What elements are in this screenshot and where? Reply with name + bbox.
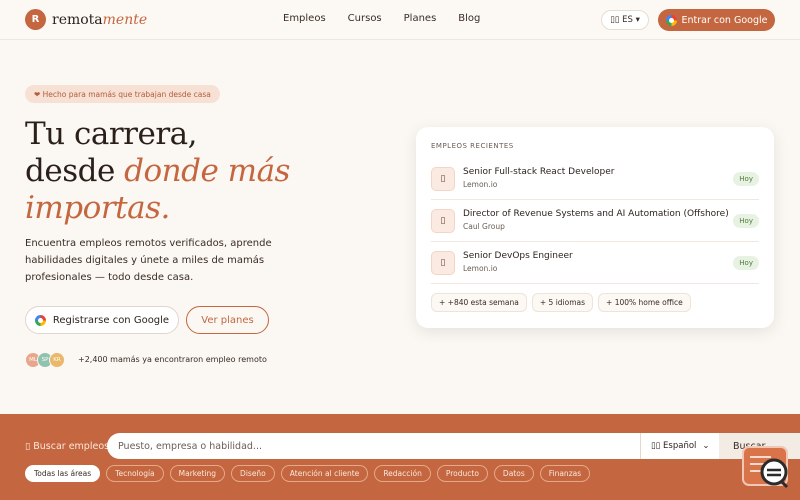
job-date-badge: Hoy [733,172,759,186]
job-date-badge: Hoy [733,256,759,270]
nav-link-planes[interactable]: Planes [404,13,437,24]
job-company: Lemon.io [463,180,498,189]
hero-subtitle: Encuentra empleos remotos verificados, a… [25,238,272,283]
flag-icon: ▯▯ [610,15,620,25]
card-label: EMPLEOS RECIENTES [431,142,514,150]
chip-tecnologia[interactable]: Tecnología [106,465,164,482]
language-select-value: ▯▯ Español [651,441,697,451]
google-login-button[interactable]: Entrar con Google [658,9,775,31]
job-title: Senior DevOps Engineer [463,251,573,261]
search-box: ▯▯ Español ⌄ [107,433,767,459]
search-label: ▯ Buscar empleos: [25,441,113,452]
job-company: Lemon.io [463,264,498,273]
google-login-label: Entrar con Google [681,14,768,26]
chip-all-areas[interactable]: Todas las áreas [25,465,101,482]
job-item[interactable]: ▯ Senior DevOps Engineer Lemon.io Hoy [431,243,759,284]
nav-link-blog[interactable]: Blog [458,13,480,24]
logo-text-main: remota [52,11,103,28]
search-band: ▯ Buscar empleos: ▯▯ Español ⌄ Buscar To… [0,414,800,500]
language-select[interactable]: ▯▯ Español ⌄ [640,433,720,459]
hero-title-line-1: Tu carrera, [25,116,197,152]
job-company: Caul Group [463,222,505,231]
language-code: ES [622,15,633,25]
chip-atencion-cliente[interactable]: Atención al cliente [280,465,369,482]
register-google-button[interactable]: Registrarse con Google [25,306,179,334]
register-label: Registrarse con Google [52,314,170,326]
logo-text-accent: mente [102,11,148,28]
chip-producto[interactable]: Producto [436,465,488,482]
chip-redaccion[interactable]: Redacción [374,465,431,482]
caret-down-icon: ▾ [635,15,640,25]
social-proof-text: +2,400 mamás ya encontraron empleo remot… [78,355,267,364]
job-title: Director of Revenue Systems and AI Autom… [463,209,729,219]
stat-chip: + +840 esta semana [431,293,527,312]
category-chips: Todas las áreas Tecnología Marketing Dis… [25,465,591,482]
hero-title-line-2: desde donde más [25,153,290,190]
chip-diseno[interactable]: Diseño [231,465,275,482]
job-item[interactable]: ▯ Director of Revenue Systems and AI Aut… [431,201,759,242]
logo[interactable]: R remotamente [25,9,147,30]
google-icon [34,314,46,326]
chevron-down-icon: ⌄ [702,441,710,451]
nav-links: Empleos Cursos Planes Blog [283,13,480,24]
hero-badge: ❤ Hecho para mamás que trabajan desde ca… [25,85,220,103]
nav-link-empleos[interactable]: Empleos [283,13,326,24]
chip-datos[interactable]: Datos [493,465,534,482]
stat-chip: + 5 idiomas [531,293,594,312]
hero-title-emphasis-1: donde más [124,153,290,189]
avatar: KR [49,352,65,368]
avatar-group: ML SP KR [25,352,65,368]
recent-jobs-card: EMPLEOS RECIENTES ▯ Senior Full-stack Re… [416,127,774,328]
view-plans-button[interactable]: Ver planes [186,306,269,334]
hero-title: Tu carrera, desde donde más importas. [25,116,290,227]
company-logo-icon: ▯ [431,167,455,191]
stats-row: + +840 esta semana + 5 idiomas + 100% ho… [431,293,691,312]
top-nav: R remotamente Empleos Cursos Planes Blog… [0,0,800,40]
hero-title-plain: desde [25,153,125,189]
job-title: Senior Full-stack React Developer [463,167,615,177]
google-icon [665,14,677,26]
chip-marketing[interactable]: Marketing [169,465,226,482]
job-item[interactable]: ▯ Senior Full-stack React Developer Lemo… [431,159,759,200]
logo-mark: R [25,9,46,30]
language-switcher[interactable]: ▯▯ ES ▾ [601,10,649,30]
chip-finanzas[interactable]: Finanzas [539,465,591,482]
hero-title-emphasis-2: importas. [25,190,170,226]
stat-chip: + 100% home office [598,293,691,312]
search-input[interactable] [107,433,640,459]
company-logo-icon: ▯ [431,251,455,275]
logo-text: remotamente [52,12,147,28]
company-logo-icon: ▯ [431,209,455,233]
nav-link-cursos[interactable]: Cursos [348,13,382,24]
job-date-badge: Hoy [733,214,759,228]
chat-widget-icon[interactable] [741,445,791,491]
